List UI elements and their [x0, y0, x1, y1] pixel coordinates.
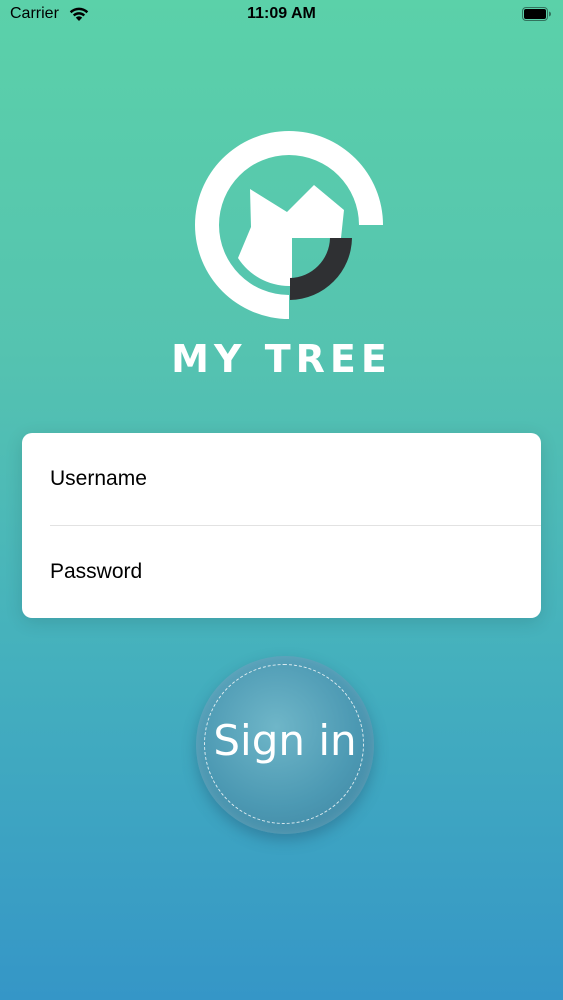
login-card	[22, 433, 541, 618]
password-field-row	[50, 526, 541, 618]
sign-in-label: Sign in	[213, 716, 357, 765]
my-tree-logo	[195, 131, 383, 319]
status-time: 11:09 AM	[247, 5, 316, 22]
status-bar: Carrier 11:09 AM	[0, 0, 563, 30]
username-input[interactable]	[50, 467, 541, 491]
battery-icon	[522, 7, 551, 21]
app-title: MY TREE	[171, 337, 392, 381]
sign-in-button[interactable]: Sign in	[196, 656, 374, 834]
username-field-row	[50, 433, 541, 526]
password-input[interactable]	[50, 560, 541, 584]
